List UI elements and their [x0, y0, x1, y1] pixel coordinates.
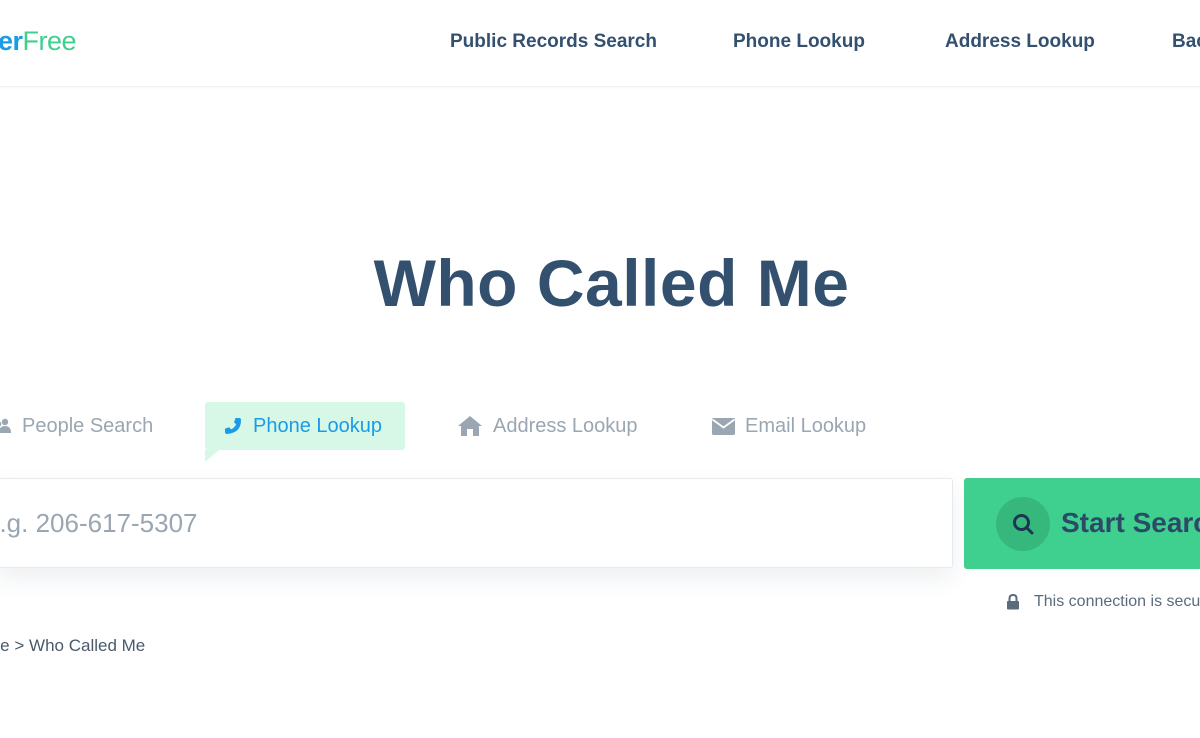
logo-text-part-b: Free [22, 26, 77, 56]
site-header: erFree Public Records Search Phone Looku… [0, 0, 1200, 87]
lock-icon [1007, 594, 1019, 610]
tab-address-lookup[interactable]: Address Lookup [457, 402, 638, 450]
envelope-icon [712, 417, 735, 435]
start-search-label: Start Search [1061, 507, 1200, 538]
phone-icon [225, 418, 241, 434]
search-box [0, 478, 953, 568]
page-title: Who Called Me [373, 246, 850, 320]
breadcrumb-current: Who Called Me [29, 636, 146, 655]
nav-address-lookup[interactable]: Address Lookup [945, 31, 1095, 53]
nav-phone-lookup[interactable]: Phone Lookup [733, 31, 865, 53]
nav-public-records-search[interactable]: Public Records Search [450, 31, 657, 53]
tab-phone-lookup[interactable]: Phone Lookup [205, 402, 405, 462]
tab-label: Address Lookup [493, 414, 638, 437]
site-logo[interactable]: erFree [0, 26, 77, 57]
tab-label: People Search [22, 414, 154, 437]
breadcrumb-separator: > [14, 636, 25, 655]
home-icon [458, 416, 482, 436]
tab-email-lookup[interactable]: Email Lookup [712, 402, 866, 450]
tab-label: Email Lookup [745, 414, 867, 437]
start-search-button[interactable]: Start Search [964, 478, 1200, 569]
nav-background-check[interactable]: Bac [1172, 31, 1200, 53]
breadcrumb: me > Who Called Me [0, 636, 145, 656]
logo-text-part-a: er [0, 26, 23, 56]
search-icon-badge [996, 497, 1050, 551]
secure-text: This connection is secure [1034, 593, 1200, 610]
tab-people-search[interactable]: People Search [0, 402, 153, 450]
secure-connection-note: This connection is secure [1006, 593, 1200, 611]
tab-label: Phone Lookup [253, 414, 383, 437]
people-icon [0, 418, 11, 433]
phone-number-input[interactable] [0, 479, 952, 567]
search-icon [1013, 514, 1034, 535]
breadcrumb-home-link[interactable]: me [0, 636, 10, 655]
